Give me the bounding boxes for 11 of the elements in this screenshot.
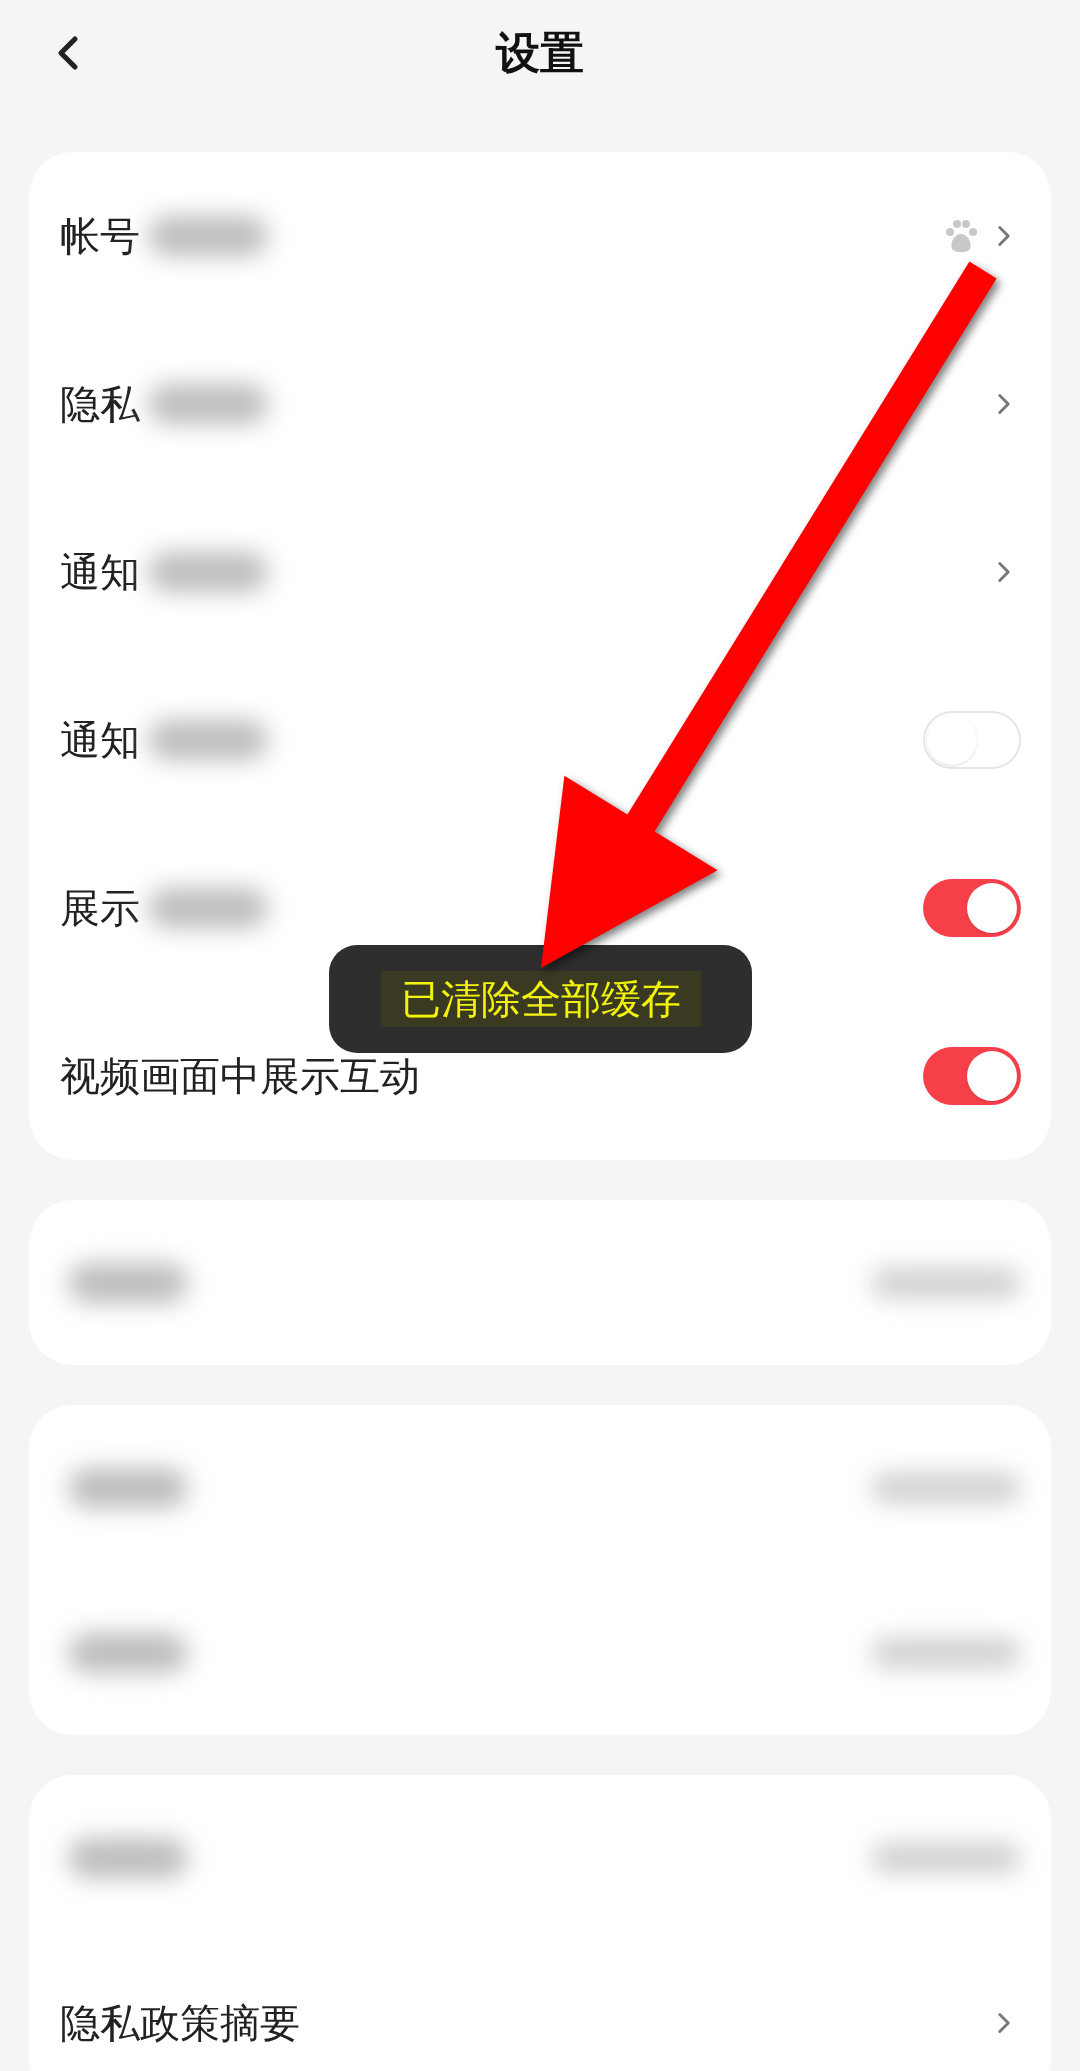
toggle-switch[interactable] bbox=[923, 1047, 1021, 1105]
setting-label: 通知 bbox=[60, 552, 140, 592]
toast-message: 已清除全部缓存 bbox=[380, 971, 701, 1027]
setting-label: 隐私 bbox=[60, 384, 140, 424]
setting-label: 视频画面中展示互动 bbox=[60, 1056, 420, 1096]
setting-label: 隐私政策摘要 bbox=[60, 2002, 300, 2043]
setting-label: 帐号 bbox=[60, 216, 140, 256]
page-title: 设置 bbox=[496, 26, 584, 80]
setting-label: 展示 bbox=[60, 888, 140, 928]
toggle-switch[interactable] bbox=[923, 879, 1021, 937]
setting-label: 通知 bbox=[60, 720, 140, 760]
